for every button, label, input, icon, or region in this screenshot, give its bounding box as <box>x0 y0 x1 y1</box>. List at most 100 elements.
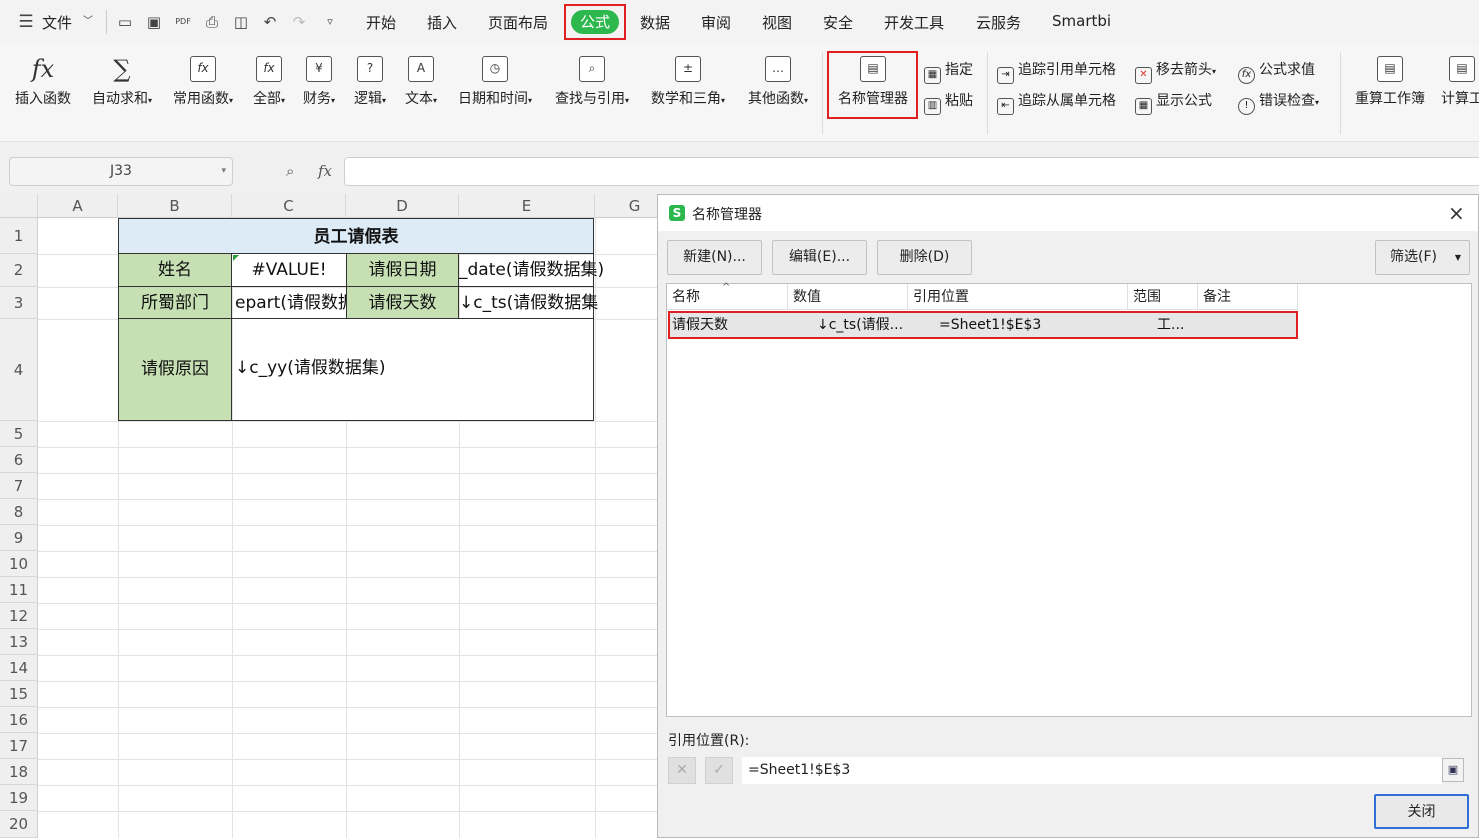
tab-developer[interactable]: 开发工具 <box>884 12 944 33</box>
row-header[interactable]: 17 <box>0 733 38 759</box>
column-header-d[interactable]: D <box>346 194 459 218</box>
refers-to-input[interactable]: =Sheet1!$E$3 <box>742 757 1442 784</box>
value-date-cell[interactable]: _date(请假数据集) <box>459 254 619 287</box>
row-header[interactable]: 15 <box>0 681 38 707</box>
collapse-dialog-icon[interactable]: ▣ <box>1442 758 1464 782</box>
value-name-cell[interactable]: #VALUE! <box>232 254 346 287</box>
paste-button[interactable]: ▥ 粘贴 <box>924 90 973 115</box>
print-icon[interactable]: ⎙ <box>204 14 220 30</box>
row-header[interactable]: 20 <box>0 811 38 838</box>
undo-icon[interactable]: ↶ <box>262 14 278 30</box>
value-dept-cell[interactable]: epart(请假数据 <box>233 287 346 319</box>
row-header[interactable]: 18 <box>0 759 38 785</box>
lookup-button[interactable]: ⌕ 查找与引用▾ <box>549 56 635 108</box>
column-header-comment[interactable]: 备注 <box>1198 284 1298 310</box>
column-header-c[interactable]: C <box>232 194 346 218</box>
trace-precedents-button[interactable]: ⇥ 追踪引用单元格 <box>997 59 1116 84</box>
finance-button[interactable]: ¥ 财务▾ <box>298 56 340 108</box>
value-days-cell[interactable]: ↓c_ts(请假数据集) <box>459 287 599 319</box>
tab-security[interactable]: 安全 <box>823 12 853 33</box>
column-header-scope[interactable]: 范围 <box>1128 284 1198 310</box>
chevron-down-icon[interactable]: ﹀ <box>80 14 96 30</box>
save-icon[interactable]: ▣ <box>146 14 162 30</box>
remove-arrows-button[interactable]: ✕ 移去箭头▾ <box>1135 59 1216 84</box>
row-header[interactable]: 7 <box>0 473 38 499</box>
trace-dependents-button[interactable]: ⇤ 追踪从属单元格 <box>997 90 1116 115</box>
close-icon[interactable]: × <box>1448 201 1465 225</box>
tab-cloud[interactable]: 云服务 <box>976 12 1021 33</box>
row-header[interactable]: 4 <box>0 319 38 421</box>
autosum-button[interactable]: ∑ 自动求和▾ <box>86 56 158 108</box>
print-preview-icon[interactable]: ◫ <box>233 14 249 30</box>
recalc-workbook-button[interactable]: ▤ 重算工作簿 <box>1350 56 1430 108</box>
select-all-corner[interactable] <box>0 194 38 218</box>
row-header[interactable]: 10 <box>0 551 38 577</box>
row-header[interactable]: 2 <box>0 254 38 287</box>
tab-formula[interactable]: 公式 <box>571 10 619 34</box>
file-menu[interactable]: 文件 <box>42 12 72 33</box>
specify-button[interactable]: ▦ 指定 <box>924 59 973 84</box>
row-header[interactable]: 9 <box>0 525 38 551</box>
new-name-button[interactable]: 新建(N)... <box>667 240 762 275</box>
edit-name-button[interactable]: 编辑(E)... <box>772 240 867 275</box>
cancel-edit-icon[interactable]: ✕ <box>668 757 696 784</box>
name-manager-button[interactable]: ▤ 名称管理器 <box>832 56 914 108</box>
open-folder-icon[interactable]: ▭ <box>117 14 133 30</box>
column-header-refers-to[interactable]: 引用位置 <box>908 284 1128 310</box>
tab-smartbi[interactable]: Smartbi <box>1052 12 1111 30</box>
column-header-value[interactable]: 数值 <box>788 284 908 310</box>
column-header-b[interactable]: B <box>118 194 232 218</box>
column-header-a[interactable]: A <box>38 194 118 218</box>
calc-sheet-button[interactable]: ▤ 计算工 <box>1437 56 1479 108</box>
name-box[interactable]: J33 ▾ <box>9 157 233 186</box>
row-header[interactable]: 3 <box>0 287 38 319</box>
tab-review[interactable]: 审阅 <box>701 12 731 33</box>
delete-name-button[interactable]: 删除(D) <box>877 240 972 275</box>
row-header[interactable]: 14 <box>0 655 38 681</box>
label-dept-cell[interactable]: 所蜀部门 <box>118 287 232 319</box>
logic-button[interactable]: ? 逻辑▾ <box>349 56 391 108</box>
all-functions-button[interactable]: fx 全部▾ <box>248 56 290 108</box>
label-name-cell[interactable]: 姓名 <box>118 254 232 287</box>
common-functions-button[interactable]: fx 常用函数▾ <box>166 56 240 108</box>
math-button[interactable]: ± 数学和三角▾ <box>645 56 731 108</box>
redo-icon[interactable]: ↷ <box>291 14 307 30</box>
chevron-down-icon[interactable]: ▾ <box>221 158 226 185</box>
show-formulas-button[interactable]: ▦ 显示公式 <box>1135 90 1212 115</box>
other-functions-button[interactable]: … 其他函数▾ <box>742 56 814 108</box>
tab-data[interactable]: 数据 <box>640 12 670 33</box>
tab-home[interactable]: 开始 <box>366 12 396 33</box>
label-days-cell[interactable]: 请假天数 <box>346 287 459 319</box>
value-reason-cell[interactable]: ↓c_yy(请假数据集) <box>233 319 593 420</box>
row-header[interactable]: 12 <box>0 603 38 629</box>
row-header[interactable]: 16 <box>0 707 38 733</box>
column-header-e[interactable]: E <box>459 194 595 218</box>
column-header-name[interactable]: 名称 ^ <box>667 282 788 310</box>
confirm-edit-icon[interactable]: ✓ <box>705 757 733 784</box>
names-list[interactable]: 名称 ^ 数值 引用位置 范围 备注 请假天数 ↓c_ts(请假... =Shee… <box>666 282 1472 717</box>
label-date-cell[interactable]: 请假日期 <box>346 254 459 287</box>
evaluate-formula-button[interactable]: fx 公式求值 <box>1238 59 1315 84</box>
row-header[interactable]: 11 <box>0 577 38 603</box>
row-header[interactable]: 6 <box>0 447 38 473</box>
sheet-title-cell[interactable]: 员工请假表 <box>118 218 594 254</box>
insert-function-button[interactable]: fx 插入函数 <box>12 56 74 108</box>
text-button[interactable]: A 文本▾ <box>400 56 442 108</box>
zoom-search-icon[interactable]: ⌕ <box>286 162 294 180</box>
export-pdf-icon[interactable]: PDF <box>175 14 191 30</box>
row-header[interactable]: 1 <box>0 218 38 254</box>
hamburger-menu-icon[interactable]: ☰ <box>18 14 34 31</box>
tab-view[interactable]: 视图 <box>762 12 792 33</box>
row-header[interactable]: 8 <box>0 499 38 525</box>
datetime-button[interactable]: ◷ 日期和时间▾ <box>452 56 538 108</box>
close-button[interactable]: 关闭 <box>1374 794 1469 829</box>
label-reason-cell[interactable]: 请假原因 <box>118 319 232 421</box>
customize-toolbar-icon[interactable]: ▿ <box>322 14 338 30</box>
formula-input[interactable] <box>344 157 1479 186</box>
row-header[interactable]: 5 <box>0 421 38 447</box>
row-header[interactable]: 13 <box>0 629 38 655</box>
error-check-button[interactable]: ! 错误检查▾ <box>1238 90 1319 115</box>
fx-icon[interactable]: fx <box>318 162 332 180</box>
tab-page-layout[interactable]: 页面布局 <box>488 12 548 33</box>
tab-insert[interactable]: 插入 <box>427 12 457 33</box>
